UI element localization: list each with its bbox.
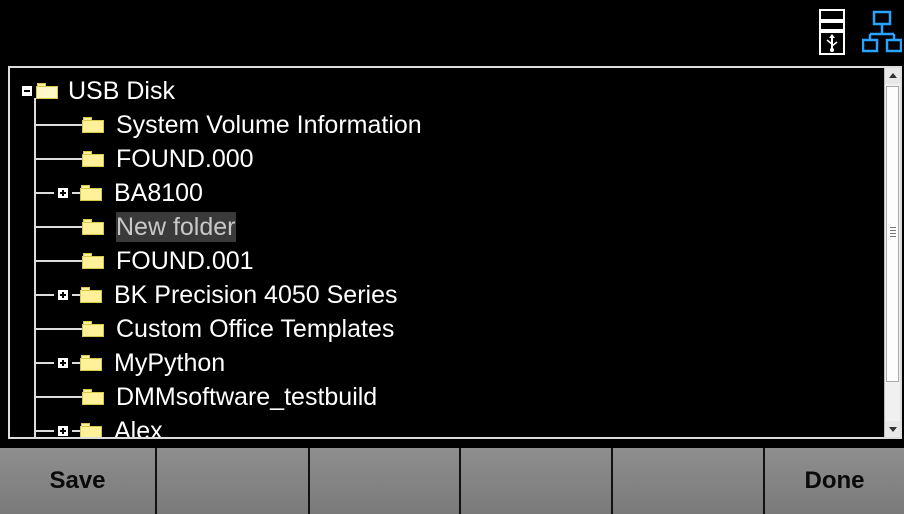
folder-item[interactable]: FOUND.000 [34, 142, 254, 176]
folder-icon [80, 355, 102, 371]
softkey-4-button[interactable] [461, 448, 613, 514]
folder-item[interactable]: New folder [34, 210, 236, 244]
expand-icon[interactable] [58, 188, 68, 198]
folder-icon [82, 389, 104, 405]
folder-item[interactable]: BA8100 [34, 176, 203, 210]
folder-item[interactable]: Alex [34, 414, 163, 439]
folder-icon [80, 423, 102, 437]
tree-branch-line [34, 396, 82, 398]
tree-branch-line [72, 430, 80, 432]
folder-label: BK Precision 4050 Series [114, 281, 398, 309]
tree-branch-line [34, 328, 82, 330]
tree-branch-line [72, 362, 80, 364]
tree-branch-line [72, 294, 80, 296]
expand-icon[interactable] [58, 290, 68, 300]
expand-icon[interactable] [58, 426, 68, 436]
collapse-icon[interactable] [22, 86, 32, 96]
expand-icon[interactable] [58, 358, 68, 368]
folder-label: DMMsoftware_testbuild [116, 383, 378, 411]
tree-branch-line [34, 294, 54, 296]
save-button[interactable]: Save [0, 448, 157, 514]
tree-branch-line [34, 124, 82, 126]
tree-branch-line [72, 192, 80, 194]
folder-label: Alex [114, 417, 163, 439]
folder-item[interactable]: Custom Office Templates [34, 312, 394, 346]
softkey-5-button[interactable] [613, 448, 765, 514]
softkey-bar: Save Done [0, 448, 904, 514]
status-bar [0, 0, 904, 64]
tree-branch-line [34, 430, 54, 432]
folder-icon [82, 253, 104, 269]
folder-icon [80, 185, 102, 201]
folder-item[interactable]: FOUND.001 [34, 244, 254, 278]
file-browser[interactable]: USB Disk System Volume Information FOUND.… [8, 66, 902, 439]
folder-icon [80, 287, 102, 303]
open-folder-icon [36, 83, 58, 99]
tree-root-usb-disk[interactable]: USB Disk [22, 74, 175, 108]
tree-branch-line [34, 362, 54, 364]
scroll-up-arrow-icon[interactable] [885, 68, 900, 84]
softkey-3-button[interactable] [310, 448, 461, 514]
folder-label: BA8100 [114, 179, 203, 207]
softkey-2-button[interactable] [157, 448, 310, 514]
scroll-grip-icon [890, 227, 896, 237]
scroll-down-arrow-icon[interactable] [885, 421, 900, 437]
folder-tree: USB Disk System Volume Information FOUND.… [10, 68, 886, 437]
done-button[interactable]: Done [765, 448, 904, 514]
folder-label: MyPython [114, 349, 226, 377]
folder-item[interactable]: MyPython [34, 346, 225, 380]
network-icon [862, 10, 902, 53]
folder-label: New folder [116, 212, 236, 242]
folder-label: Custom Office Templates [116, 315, 395, 343]
tree-branch-line [34, 192, 54, 194]
folder-icon [82, 321, 104, 337]
folder-item[interactable]: System Volume Information [34, 108, 422, 142]
folder-item[interactable]: BK Precision 4050 Series [34, 278, 397, 312]
tree-branch-line [34, 226, 82, 228]
folder-icon [82, 219, 104, 235]
tree-branch-line [34, 260, 82, 262]
folder-label: System Volume Information [116, 111, 422, 139]
folder-icon [82, 151, 104, 167]
vertical-scrollbar[interactable] [884, 68, 900, 437]
scroll-thumb[interactable] [886, 86, 899, 382]
tree-branch-line [34, 158, 82, 160]
folder-icon [82, 117, 104, 133]
folder-item[interactable]: DMMsoftware_testbuild [34, 380, 377, 414]
folder-label: FOUND.000 [116, 145, 254, 173]
folder-label: FOUND.001 [116, 247, 254, 275]
tree-root-label: USB Disk [68, 77, 175, 105]
usb-storage-icon [819, 9, 845, 55]
instrument-screen: USB Disk System Volume Information FOUND.… [0, 0, 904, 514]
